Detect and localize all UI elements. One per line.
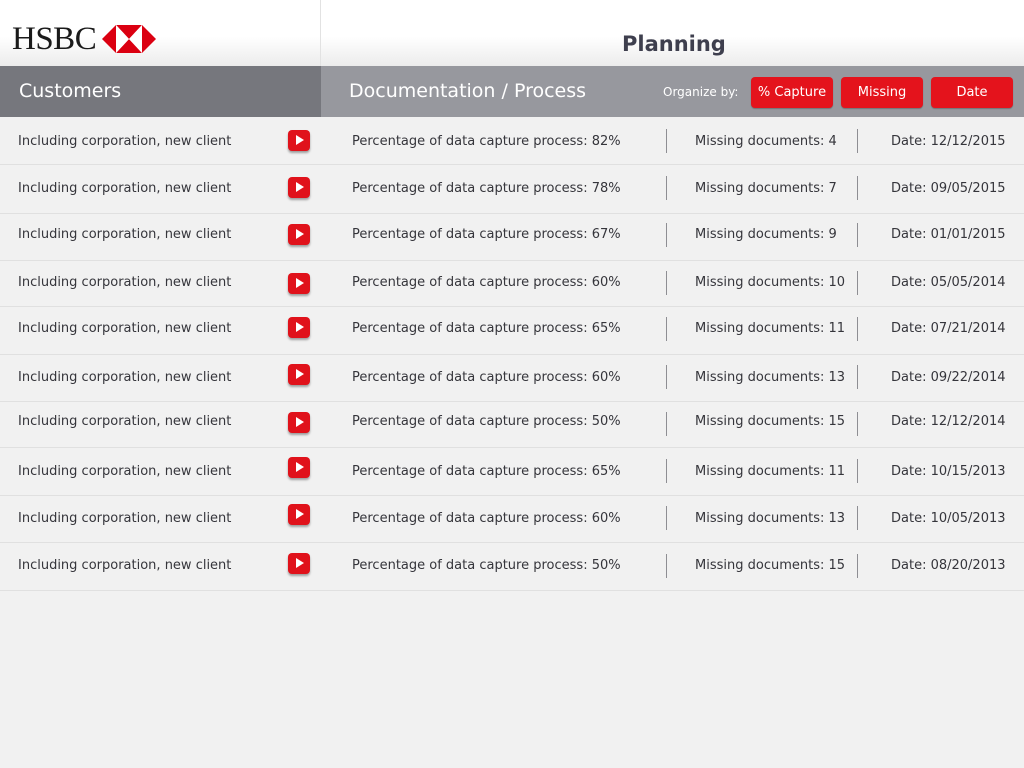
play-button-icon[interactable]: [288, 457, 310, 478]
customer-name: Including corporation, new client: [18, 275, 232, 290]
hexagon-logo-icon: [102, 25, 157, 53]
play-button-icon[interactable]: [288, 130, 310, 151]
customer-name: Including corporation, new client: [18, 134, 232, 149]
row-date: Date: 01/01/2015: [891, 227, 1006, 242]
capture-percentage: Percentage of data capture process: 67%: [352, 227, 621, 242]
missing-documents: Missing documents: 4: [695, 134, 837, 149]
page-title: Planning: [622, 32, 726, 56]
column-divider: [857, 412, 858, 436]
customer-row: Including corporation, new client Percent…: [0, 447, 1024, 496]
play-button-icon[interactable]: [288, 177, 310, 198]
missing-documents: Missing documents: 13: [695, 511, 846, 526]
capture-percentage: Percentage of data capture process: 50%: [352, 558, 621, 573]
customer-row: Including corporation, new client Percent…: [0, 117, 1024, 165]
header-divider: [320, 0, 321, 66]
customer-row: Including corporation, new client Percent…: [0, 213, 1024, 261]
row-date: Date: 05/05/2014: [891, 275, 1006, 290]
customer-row: Including corporation, new client Percent…: [0, 542, 1024, 591]
customer-row: Including corporation, new client Percent…: [0, 401, 1024, 448]
customers-heading: Customers: [19, 80, 122, 102]
customer-row: Including corporation, new client Percent…: [0, 354, 1024, 402]
missing-documents: Missing documents: 7: [695, 181, 837, 196]
capture-percentage: Percentage of data capture process: 78%: [352, 181, 621, 196]
customer-row: Including corporation, new client Percent…: [0, 495, 1024, 543]
row-date: Date: 09/05/2015: [891, 181, 1006, 196]
column-divider: [857, 271, 858, 295]
capture-percentage: Percentage of data capture process: 65%: [352, 464, 621, 479]
row-date: Date: 09/22/2014: [891, 370, 1006, 385]
missing-documents: Missing documents: 15: [695, 414, 846, 429]
missing-documents: Missing documents: 11: [695, 464, 846, 479]
capture-percentage: Percentage of data capture process: 60%: [352, 511, 621, 526]
row-date: Date: 08/20/2013: [891, 558, 1006, 573]
column-divider: [857, 506, 858, 530]
row-date: Date: 12/12/2015: [891, 134, 1006, 149]
organize-by-label: Organize by:: [663, 85, 739, 99]
column-header-bar: Customers Documentation / Process Organi…: [0, 66, 1024, 117]
play-button-icon[interactable]: [288, 224, 310, 245]
customer-name: Including corporation, new client: [18, 181, 232, 196]
capture-percentage: Percentage of data capture process: 60%: [352, 370, 621, 385]
missing-documents: Missing documents: 10: [695, 275, 846, 290]
column-divider: [666, 506, 667, 530]
sort-capture-button[interactable]: % Capture: [751, 77, 833, 108]
row-date: Date: 10/15/2013: [891, 464, 1006, 479]
missing-documents: Missing documents: 15: [695, 558, 846, 573]
column-divider: [666, 176, 667, 200]
column-divider: [666, 459, 667, 483]
capture-percentage: Percentage of data capture process: 65%: [352, 321, 621, 336]
capture-percentage: Percentage of data capture process: 50%: [352, 414, 621, 429]
capture-percentage: Percentage of data capture process: 60%: [352, 275, 621, 290]
customer-name: Including corporation, new client: [18, 321, 232, 336]
column-divider: [666, 365, 667, 389]
customer-name: Including corporation, new client: [18, 370, 232, 385]
play-button-icon[interactable]: [288, 504, 310, 525]
customer-name: Including corporation, new client: [18, 414, 232, 429]
column-divider: [666, 412, 667, 436]
column-divider: [666, 271, 667, 295]
sort-date-button[interactable]: Date: [931, 77, 1013, 108]
customer-name: Including corporation, new client: [18, 511, 232, 526]
column-divider: [857, 129, 858, 153]
sort-missing-button[interactable]: Missing: [841, 77, 923, 108]
customer-name: Including corporation, new client: [18, 464, 232, 479]
logo-text: HSBC: [12, 21, 97, 57]
customer-name: Including corporation, new client: [18, 558, 232, 573]
column-divider: [857, 554, 858, 578]
column-divider: [666, 129, 667, 153]
column-divider: [666, 317, 667, 341]
hsbc-logo: HSBC: [12, 21, 157, 57]
column-divider: [857, 223, 858, 247]
column-divider: [857, 459, 858, 483]
customers-header: Customers: [0, 66, 321, 117]
column-divider: [857, 317, 858, 341]
row-date: Date: 12/12/2014: [891, 414, 1006, 429]
customer-row: Including corporation, new client Percent…: [0, 164, 1024, 214]
column-divider: [666, 223, 667, 247]
missing-documents: Missing documents: 11: [695, 321, 846, 336]
top-bar: HSBC Planning: [0, 0, 1024, 66]
play-button-icon[interactable]: [288, 364, 310, 385]
play-button-icon[interactable]: [288, 317, 310, 338]
play-button-icon[interactable]: [288, 273, 310, 294]
missing-documents: Missing documents: 9: [695, 227, 837, 242]
column-divider: [857, 176, 858, 200]
row-date: Date: 10/05/2013: [891, 511, 1006, 526]
customer-row: Including corporation, new client Percent…: [0, 306, 1024, 355]
customer-row: Including corporation, new client Percent…: [0, 260, 1024, 307]
row-date: Date: 07/21/2014: [891, 321, 1006, 336]
column-divider: [666, 554, 667, 578]
column-divider: [857, 365, 858, 389]
play-button-icon[interactable]: [288, 412, 310, 433]
customer-name: Including corporation, new client: [18, 227, 232, 242]
capture-percentage: Percentage of data capture process: 82%: [352, 134, 621, 149]
missing-documents: Missing documents: 13: [695, 370, 846, 385]
play-button-icon[interactable]: [288, 553, 310, 574]
documentation-heading: Documentation / Process: [349, 80, 587, 102]
